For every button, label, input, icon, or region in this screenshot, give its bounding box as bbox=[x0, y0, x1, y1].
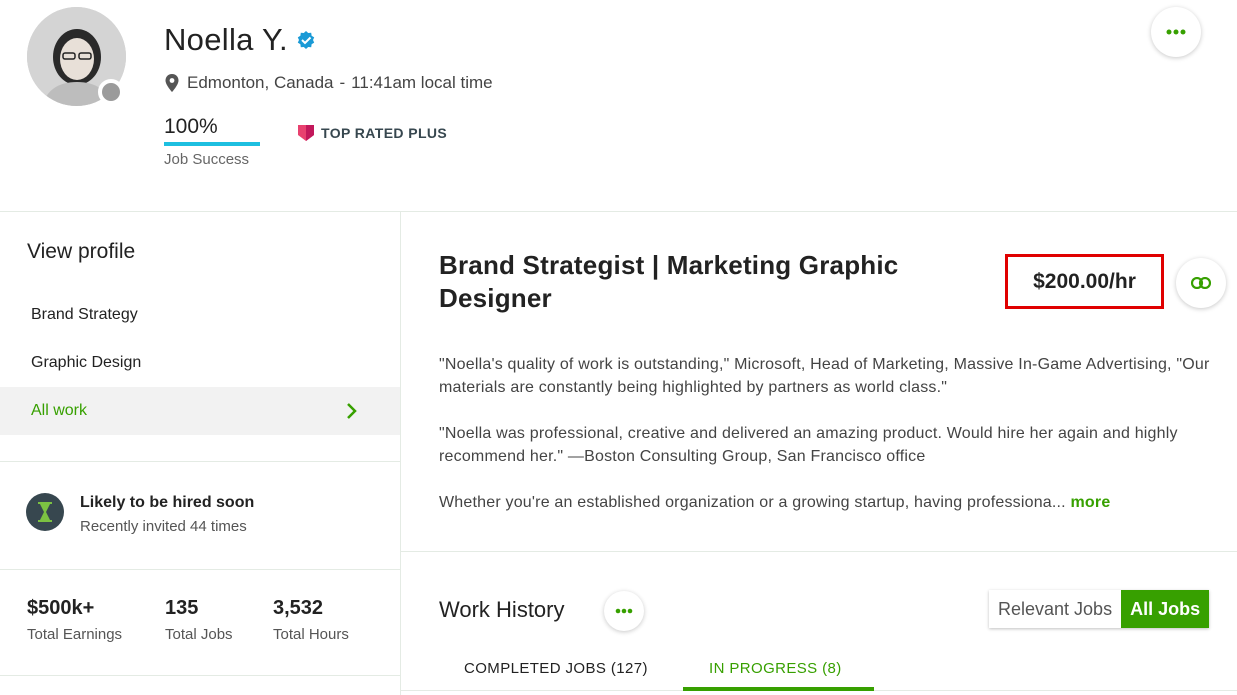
stat-value: 135 bbox=[165, 597, 199, 619]
stat-label: Total Jobs bbox=[165, 626, 233, 643]
location-row: Edmonton, Canada - 11:41am local time bbox=[165, 73, 493, 93]
active-tab-indicator bbox=[683, 687, 874, 691]
overview-truncated-text: Whether you're an established organizati… bbox=[439, 494, 1066, 511]
ellipsis-icon bbox=[1166, 29, 1186, 35]
stat-label: Total Earnings bbox=[27, 626, 123, 643]
more-link[interactable]: more bbox=[1071, 494, 1111, 511]
likely-hired-section: Likely to be hired soon Recently invited… bbox=[26, 492, 254, 535]
relevant-jobs-toggle[interactable]: Relevant Jobs bbox=[989, 590, 1122, 628]
location-separator: - bbox=[339, 73, 346, 92]
top-rated-badge-icon bbox=[298, 125, 314, 141]
stat-label: Total Hours bbox=[273, 626, 349, 643]
overview-paragraph: "Noella was professional, creative and d… bbox=[439, 425, 1178, 465]
job-success: 100% Job Success bbox=[164, 115, 260, 168]
profile-sidebar: View profile Brand Strategy Graphic Desi… bbox=[0, 212, 401, 695]
work-history-more-button[interactable] bbox=[604, 591, 644, 631]
all-jobs-toggle[interactable]: All Jobs bbox=[1121, 590, 1210, 628]
job-success-label: Job Success bbox=[164, 151, 250, 168]
main-divider bbox=[401, 551, 1237, 552]
hourly-rate: $200.00/hr bbox=[1005, 254, 1164, 309]
local-time: 11:41am local time bbox=[351, 73, 493, 92]
sidebar-item-label: All work bbox=[31, 402, 88, 419]
jobs-filter-toggle: Relevant Jobs All Jobs bbox=[989, 590, 1210, 628]
sidebar-item-label: Brand Strategy bbox=[31, 306, 138, 323]
verified-icon bbox=[297, 31, 315, 49]
profile-more-options-button[interactable] bbox=[1151, 7, 1201, 57]
sidebar-item-all-work[interactable]: All work bbox=[0, 387, 400, 435]
ellipsis-icon bbox=[615, 608, 633, 614]
sidebar-item-label: Graphic Design bbox=[31, 354, 142, 371]
stat-total-hours: 3,532 Total Hours bbox=[273, 597, 349, 643]
sidebar-item-brand-strategy[interactable]: Brand Strategy bbox=[0, 291, 400, 339]
job-success-percent: 100% bbox=[164, 115, 218, 138]
stat-total-earnings: $500k+ Total Earnings bbox=[27, 597, 122, 643]
profile-name: Noella Y. bbox=[164, 22, 288, 57]
sidebar-divider bbox=[0, 675, 400, 676]
profile-header: Noella Y. Edmonton, Canada - 11:41am loc… bbox=[0, 0, 1237, 212]
stat-value: 3,532 bbox=[273, 597, 324, 619]
likely-hired-subtitle: Recently invited 44 times bbox=[80, 518, 247, 535]
copy-link-button[interactable] bbox=[1176, 258, 1226, 308]
name-row: Noella Y. bbox=[164, 22, 316, 58]
likely-hired-title: Likely to be hired soon bbox=[80, 494, 255, 511]
sidebar-item-graphic-design[interactable]: Graphic Design bbox=[0, 339, 400, 387]
chevron-right-icon bbox=[347, 403, 357, 419]
sidebar-divider bbox=[0, 461, 400, 462]
job-success-bar bbox=[164, 142, 260, 146]
link-icon bbox=[1191, 277, 1211, 289]
online-status-icon bbox=[98, 79, 124, 105]
stat-total-jobs: 135 Total Jobs bbox=[165, 597, 233, 643]
overview-paragraph-truncated: Whether you're an established organizati… bbox=[439, 491, 1229, 514]
tab-completed-jobs[interactable]: COMPLETED JOBS (127) bbox=[464, 660, 648, 677]
work-history-heading: Work History bbox=[439, 597, 565, 622]
view-profile-heading: View profile bbox=[27, 240, 136, 263]
location-pin-icon bbox=[165, 74, 179, 92]
location-text: Edmonton, Canada bbox=[187, 73, 334, 92]
badge-label: TOP RATED PLUS bbox=[321, 125, 448, 141]
tab-in-progress[interactable]: IN PROGRESS (8) bbox=[709, 660, 842, 677]
stat-value: $500k+ bbox=[27, 597, 95, 619]
profile-main: Brand Strategist | Marketing Graphic Des… bbox=[401, 212, 1237, 695]
profile-title: Brand Strategist | Marketing Graphic Des… bbox=[439, 250, 899, 313]
hourglass-icon bbox=[26, 493, 64, 531]
top-rated-plus-badge: TOP RATED PLUS bbox=[297, 124, 447, 142]
overview-paragraph: "Noella's quality of work is outstanding… bbox=[439, 356, 1210, 396]
sidebar-divider bbox=[0, 569, 400, 570]
